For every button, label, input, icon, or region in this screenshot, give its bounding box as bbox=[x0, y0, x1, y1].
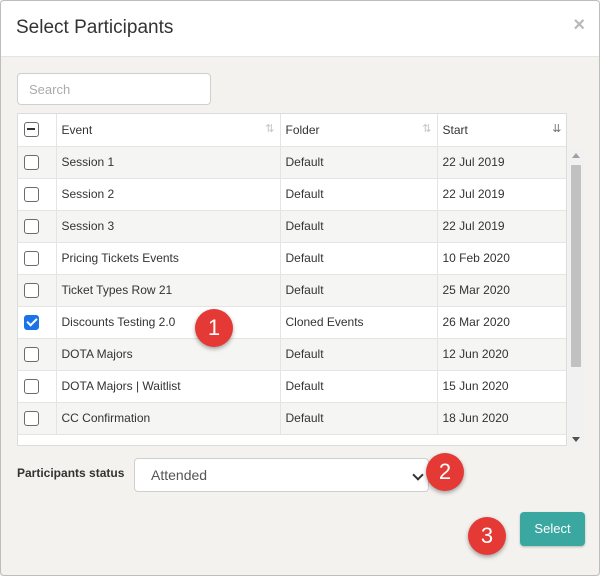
row-select-cell bbox=[18, 146, 57, 179]
step-badge-1: 1 bbox=[195, 309, 233, 347]
scrollbar-thumb[interactable] bbox=[571, 165, 581, 367]
cell-folder: Default bbox=[280, 178, 438, 211]
sort-icon[interactable]: ⇅ bbox=[265, 122, 274, 135]
cell-start: 12 Jun 2020 bbox=[437, 338, 566, 371]
cell-folder: Default bbox=[280, 370, 438, 403]
close-icon[interactable]: × bbox=[573, 14, 585, 37]
dialog-title: Select Participants bbox=[16, 17, 174, 38]
row-select-cell bbox=[18, 178, 57, 211]
cell-event: Session 3 bbox=[56, 210, 281, 243]
step-badge-2: 2 bbox=[426, 453, 464, 491]
cell-start: 26 Mar 2020 bbox=[437, 306, 566, 339]
table-row[interactable]: Discounts Testing 2.0 Cloned Events 26 Mar… bbox=[18, 306, 566, 339]
cell-folder: Cloned Events bbox=[280, 306, 438, 339]
row-select-cell bbox=[18, 370, 57, 403]
chevron-down-icon bbox=[412, 469, 424, 481]
table-row[interactable]: DOTA Majors | Waitlist Default 15 Jun 2020 bbox=[18, 370, 566, 403]
cell-start: 22 Jul 2019 bbox=[437, 210, 566, 243]
column-header-start[interactable]: Start ⇊ bbox=[437, 114, 566, 147]
cell-event: DOTA Majors bbox=[56, 338, 281, 371]
select-button[interactable]: Select bbox=[520, 512, 585, 546]
select-all-checkbox[interactable] bbox=[24, 122, 39, 138]
row-checkbox[interactable] bbox=[24, 186, 39, 202]
table-scrollbar[interactable] bbox=[568, 149, 584, 446]
cell-start: 25 Mar 2020 bbox=[437, 274, 566, 307]
events-table: Event ⇅ Folder ⇅ Start ⇊ Session 1 Defaul… bbox=[17, 113, 567, 446]
cell-folder: Default bbox=[280, 242, 438, 275]
cell-event: Session 1 bbox=[56, 146, 281, 179]
table-row[interactable]: DOTA Majors Default 12 Jun 2020 bbox=[18, 338, 566, 371]
scroll-down-icon[interactable] bbox=[572, 437, 580, 442]
cell-event: Session 2 bbox=[56, 178, 281, 211]
participants-status-select[interactable]: Attended bbox=[134, 458, 429, 492]
cell-event: Discounts Testing 2.0 bbox=[56, 306, 281, 339]
table-row[interactable]: Session 3 Default 22 Jul 2019 bbox=[18, 210, 566, 243]
row-checkbox[interactable] bbox=[24, 410, 39, 426]
sort-icon[interactable]: ⇅ bbox=[422, 122, 431, 135]
row-checkbox[interactable] bbox=[24, 314, 39, 330]
cell-folder: Default bbox=[280, 338, 438, 371]
participants-status-label: Participants status bbox=[17, 466, 125, 480]
column-header-event[interactable]: Event ⇅ bbox=[56, 114, 281, 147]
row-select-cell bbox=[18, 402, 57, 435]
row-select-cell bbox=[18, 242, 57, 275]
table-row[interactable]: Session 1 Default 22 Jul 2019 bbox=[18, 146, 566, 179]
cell-folder: Default bbox=[280, 402, 438, 435]
search-input[interactable] bbox=[17, 73, 211, 105]
column-header-folder[interactable]: Folder ⇅ bbox=[280, 114, 438, 147]
table-row[interactable]: Pricing Tickets Events Default 10 Feb 2020 bbox=[18, 242, 566, 275]
table-row[interactable]: Ticket Types Row 21 Default 25 Mar 2020 bbox=[18, 274, 566, 307]
row-checkbox[interactable] bbox=[24, 378, 39, 394]
cell-event: Pricing Tickets Events bbox=[56, 242, 281, 275]
step-badge-3: 3 bbox=[468, 517, 506, 555]
row-checkbox[interactable] bbox=[24, 346, 39, 362]
select-participants-dialog: Select Participants × Event ⇅ Folder bbox=[0, 0, 600, 576]
cell-start: 18 Jun 2020 bbox=[437, 402, 566, 435]
row-select-cell bbox=[18, 274, 57, 307]
participants-status-value: Attended bbox=[151, 467, 208, 483]
row-select-cell bbox=[18, 306, 57, 339]
sort-descending-icon[interactable]: ⇊ bbox=[552, 122, 561, 135]
cell-start: 22 Jul 2019 bbox=[437, 146, 566, 179]
row-select-cell bbox=[18, 338, 57, 371]
cell-folder: Default bbox=[280, 210, 438, 243]
cell-start: 22 Jul 2019 bbox=[437, 178, 566, 211]
table-row[interactable]: Session 2 Default 22 Jul 2019 bbox=[18, 178, 566, 211]
cell-start: 10 Feb 2020 bbox=[437, 242, 566, 275]
select-all-header bbox=[18, 114, 57, 147]
cell-folder: Default bbox=[280, 146, 438, 179]
row-select-cell bbox=[18, 210, 57, 243]
cell-start: 15 Jun 2020 bbox=[437, 370, 566, 403]
row-checkbox[interactable] bbox=[24, 282, 39, 298]
row-checkbox[interactable] bbox=[24, 154, 39, 170]
row-checkbox[interactable] bbox=[24, 218, 39, 234]
cell-folder: Default bbox=[280, 274, 438, 307]
dialog-header: Select Participants × bbox=[1, 1, 599, 57]
cell-event: CC Confirmation bbox=[56, 402, 281, 435]
table-row[interactable]: CC Confirmation Default 18 Jun 2020 bbox=[18, 402, 566, 435]
cell-event: Ticket Types Row 21 bbox=[56, 274, 281, 307]
row-checkbox[interactable] bbox=[24, 250, 39, 266]
cell-event: DOTA Majors | Waitlist bbox=[56, 370, 281, 403]
scroll-up-icon[interactable] bbox=[572, 153, 580, 158]
